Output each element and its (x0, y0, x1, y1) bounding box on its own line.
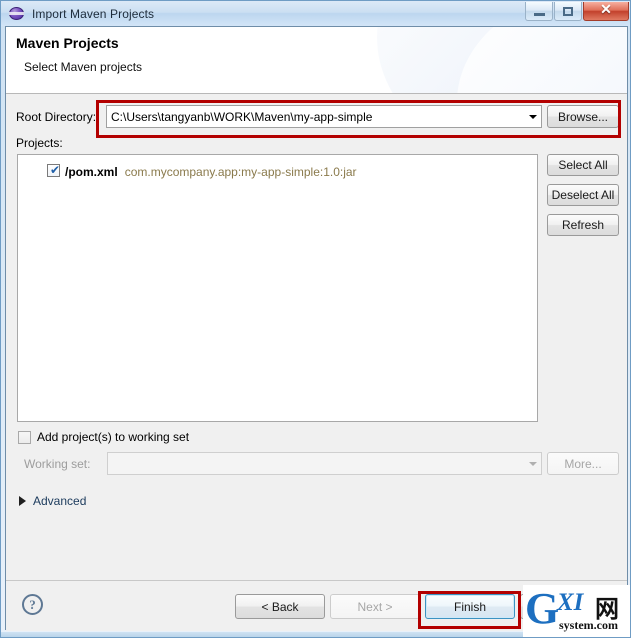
project-checkbox[interactable]: ✔ (47, 163, 60, 177)
table-row[interactable]: ✔ /pom.xml com.mycompany.app:my-app-simp… (18, 163, 537, 181)
wizard-body: Root Directory: C:\Users\tangyanb\WORK\M… (6, 94, 627, 580)
refresh-button[interactable]: Refresh (547, 214, 619, 236)
project-pom-path: /pom.xml (65, 165, 118, 179)
select-all-button[interactable]: Select All (547, 154, 619, 176)
watermark: G XI 网 system.com (523, 585, 630, 637)
close-button[interactable]: ✕ (583, 2, 629, 21)
working-set-combo[interactable] (107, 452, 542, 475)
close-icon: ✕ (600, 3, 612, 18)
maven-sphere-icon (9, 6, 25, 22)
root-directory-value[interactable]: C:\Users\tangyanb\WORK\Maven\my-app-simp… (107, 110, 524, 124)
window-controls: ✕ (525, 2, 629, 21)
finish-button[interactable]: Finish (425, 594, 515, 619)
deselect-all-button[interactable]: Deselect All (547, 184, 619, 206)
working-set-label: Working set: (24, 457, 91, 471)
dialog-client: Maven Projects Select Maven projects Roo… (5, 26, 628, 631)
import-maven-projects-dialog: Import Maven Projects ✕ Maven Projects S… (0, 0, 631, 638)
add-to-working-set-label: Add project(s) to working set (37, 430, 190, 444)
chevron-down-icon[interactable] (524, 106, 541, 127)
maximize-button[interactable] (554, 2, 582, 21)
watermark-letters-xi: XI (557, 589, 584, 616)
minimize-button[interactable] (525, 2, 553, 21)
page-subtitle: Select Maven projects (24, 60, 143, 74)
next-button[interactable]: Next > (330, 594, 420, 619)
chevron-down-icon-working-set[interactable] (524, 453, 541, 474)
add-to-working-set-checkbox[interactable]: Add project(s) to working set (18, 430, 189, 444)
header-decoration-arc-2 (457, 27, 627, 93)
triangle-right-icon (19, 496, 26, 506)
watermark-subtitle: system.com (559, 618, 618, 632)
advanced-label: Advanced (33, 494, 87, 508)
back-button[interactable]: < Back (235, 594, 325, 619)
maximize-icon (563, 6, 573, 16)
project-coordinates: com.mycompany.app:my-app-simple:1.0:jar (124, 165, 357, 179)
more-button[interactable]: More... (547, 452, 619, 475)
title-bar: Import Maven Projects ✕ (1, 1, 630, 26)
minimize-icon (533, 12, 545, 16)
projects-list[interactable]: ✔ /pom.xml com.mycompany.app:my-app-simp… (17, 154, 538, 422)
page-title: Maven Projects (16, 35, 119, 51)
advanced-section-toggle[interactable]: Advanced (19, 494, 86, 508)
wizard-header: Maven Projects Select Maven projects (6, 27, 627, 94)
help-icon[interactable]: ? (22, 594, 43, 615)
watermark-letter-g: G (525, 585, 560, 633)
projects-label: Projects: (16, 136, 63, 150)
root-directory-combo[interactable]: C:\Users\tangyanb\WORK\Maven\my-app-simp… (106, 105, 542, 128)
checkbox-box[interactable] (18, 430, 31, 444)
browse-button[interactable]: Browse... (547, 105, 619, 128)
root-directory-label: Root Directory: (16, 110, 97, 124)
window-title: Import Maven Projects (32, 6, 155, 21)
